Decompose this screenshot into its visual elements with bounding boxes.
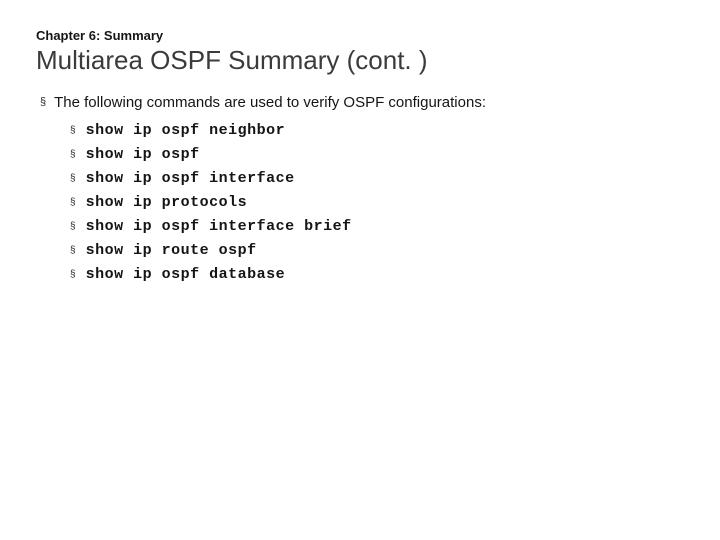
slide-page: Chapter 6: Summary Multiarea OSPF Summar… [0,0,720,318]
square-bullet-icon: § [70,266,76,284]
command-text: show ip ospf [86,146,200,163]
list-item: § show ip route ospf [70,242,684,260]
chapter-label: Chapter 6: Summary [36,28,684,43]
list-item: § show ip protocols [70,194,684,212]
square-bullet-icon: § [70,194,76,212]
square-bullet-icon: § [70,218,76,236]
command-text: show ip ospf interface brief [86,218,352,235]
command-text: show ip ospf database [86,266,286,283]
square-bullet-icon: § [40,94,46,112]
list-item: § show ip ospf interface [70,170,684,188]
page-title: Multiarea OSPF Summary (cont. ) [36,45,684,76]
command-list: § show ip ospf neighbor § show ip ospf §… [70,122,684,284]
command-text: show ip route ospf [86,242,257,259]
intro-text: The following commands are used to verif… [54,94,486,111]
intro-row: § The following commands are used to ver… [40,94,684,112]
square-bullet-icon: § [70,122,76,140]
list-item: § show ip ospf interface brief [70,218,684,236]
command-text: show ip protocols [86,194,248,211]
square-bullet-icon: § [70,170,76,188]
list-item: § show ip ospf [70,146,684,164]
square-bullet-icon: § [70,242,76,260]
command-text: show ip ospf interface [86,170,295,187]
list-item: § show ip ospf neighbor [70,122,684,140]
square-bullet-icon: § [70,146,76,164]
command-text: show ip ospf neighbor [86,122,286,139]
list-item: § show ip ospf database [70,266,684,284]
